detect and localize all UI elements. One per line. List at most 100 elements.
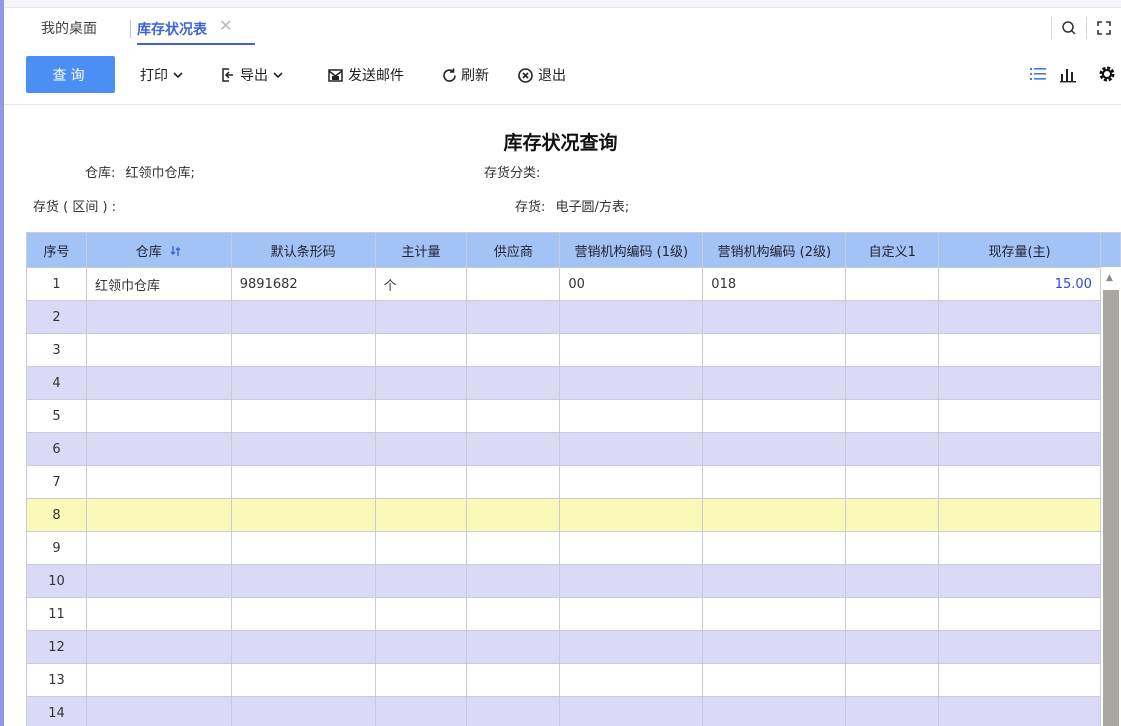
cell-custom-1[interactable] (845, 498, 940, 532)
cell-custom-1[interactable] (845, 432, 940, 466)
cell-org-code-1[interactable] (559, 432, 704, 466)
print-button[interactable]: 打印 (140, 65, 185, 85)
cell-custom-1[interactable] (845, 465, 940, 499)
cell-org-code-2[interactable] (702, 300, 847, 334)
cell-supplier[interactable] (466, 663, 561, 697)
cell-main-unit[interactable] (374, 399, 468, 433)
cell-custom-1[interactable] (845, 531, 940, 565)
table-row[interactable]: 4 (26, 366, 1121, 400)
cell-main-unit[interactable] (374, 498, 468, 532)
cell-main-unit[interactable]: 个 (374, 267, 468, 301)
cell-supplier[interactable] (466, 597, 561, 631)
cell-custom-1[interactable] (845, 333, 940, 367)
table-row[interactable]: 7 (26, 465, 1121, 499)
cell-index[interactable]: 4 (26, 366, 87, 400)
query-button[interactable]: 查询 (26, 56, 115, 93)
cell-org-code-2[interactable] (702, 366, 847, 400)
cell-main-unit[interactable] (374, 564, 468, 598)
cell-org-code-1[interactable] (559, 630, 704, 664)
cell-warehouse[interactable] (85, 366, 232, 400)
cell-supplier[interactable] (466, 333, 561, 367)
cell-warehouse[interactable] (85, 432, 232, 466)
cell-org-code-2[interactable]: 018 (702, 267, 847, 301)
cell-warehouse[interactable] (85, 696, 232, 726)
cell-index[interactable]: 5 (26, 399, 87, 433)
cell-main-unit[interactable] (374, 333, 468, 367)
send-mail-button[interactable]: 发送邮件 (327, 65, 404, 85)
cell-barcode[interactable] (230, 399, 376, 433)
cell-org-code-1[interactable] (559, 597, 704, 631)
cell-index[interactable]: 3 (26, 333, 87, 367)
cell-stock-qty[interactable] (938, 531, 1101, 565)
cell-stock-qty[interactable] (938, 597, 1101, 631)
cell-warehouse[interactable] (85, 333, 232, 367)
close-icon[interactable]: ✕ (219, 17, 232, 35)
cell-supplier[interactable] (466, 399, 561, 433)
cell-barcode[interactable] (230, 465, 376, 499)
table-row[interactable]: 10 (26, 564, 1121, 598)
cell-warehouse[interactable] (85, 564, 232, 598)
column-header-org-code-1[interactable]: 营销机构编码 (1级) (559, 232, 704, 268)
table-row[interactable]: 6 (26, 432, 1121, 466)
cell-stock-qty[interactable] (938, 366, 1101, 400)
cell-org-code-2[interactable] (702, 663, 847, 697)
search-icon[interactable] (1052, 16, 1086, 40)
cell-warehouse[interactable] (85, 300, 232, 334)
cell-custom-1[interactable] (845, 696, 940, 726)
table-row[interactable]: 14 (26, 696, 1121, 726)
table-row[interactable]: 3 (26, 333, 1121, 367)
cell-barcode[interactable] (230, 333, 376, 367)
cell-org-code-1[interactable] (559, 333, 704, 367)
cell-barcode[interactable] (230, 597, 376, 631)
table-row[interactable]: 2 (26, 300, 1121, 334)
fullscreen-icon[interactable] (1087, 16, 1121, 40)
cell-org-code-2[interactable] (702, 597, 847, 631)
table-row[interactable]: 11 (26, 597, 1121, 631)
cell-org-code-2[interactable] (702, 465, 847, 499)
cell-main-unit[interactable] (374, 696, 468, 726)
cell-warehouse[interactable] (85, 465, 232, 499)
chart-view-icon[interactable] (1059, 65, 1077, 87)
cell-index[interactable]: 13 (26, 663, 87, 697)
cell-main-unit[interactable] (374, 531, 468, 565)
cell-stock-qty[interactable]: 15.00 (938, 267, 1101, 301)
table-row[interactable]: 1 红领巾仓库 9891682 个 00 018 15.00 (26, 267, 1121, 301)
cell-warehouse[interactable] (85, 663, 232, 697)
cell-custom-1[interactable] (845, 267, 940, 301)
cell-warehouse[interactable] (85, 498, 232, 532)
cell-supplier[interactable] (466, 630, 561, 664)
column-header-warehouse[interactable]: 仓库 (85, 232, 232, 268)
cell-barcode[interactable]: 9891682 (230, 267, 376, 301)
cell-org-code-1[interactable] (559, 465, 704, 499)
list-view-icon[interactable] (1029, 65, 1047, 87)
cell-org-code-1[interactable]: 00 (559, 267, 704, 301)
cell-stock-qty[interactable] (938, 498, 1101, 532)
table-row[interactable]: 9 (26, 531, 1121, 565)
cell-index[interactable]: 6 (26, 432, 87, 466)
cell-custom-1[interactable] (845, 564, 940, 598)
cell-stock-qty[interactable] (938, 465, 1101, 499)
cell-org-code-1[interactable] (559, 498, 704, 532)
cell-custom-1[interactable] (845, 663, 940, 697)
cell-custom-1[interactable] (845, 300, 940, 334)
cell-org-code-2[interactable] (702, 333, 847, 367)
scrollbar-thumb[interactable] (1103, 290, 1119, 726)
table-row[interactable]: 5 (26, 399, 1121, 433)
cell-org-code-1[interactable] (559, 663, 704, 697)
cell-custom-1[interactable] (845, 366, 940, 400)
cell-index[interactable]: 1 (26, 267, 87, 301)
column-header-org-code-2[interactable]: 营销机构编码 (2级) (702, 232, 847, 268)
cell-org-code-2[interactable] (702, 399, 847, 433)
cell-stock-qty[interactable] (938, 663, 1101, 697)
cell-index[interactable]: 14 (26, 696, 87, 726)
cell-barcode[interactable] (230, 630, 376, 664)
export-button[interactable]: 导出 (220, 65, 285, 85)
cell-supplier[interactable] (466, 531, 561, 565)
cell-stock-qty[interactable] (938, 300, 1101, 334)
cell-stock-qty[interactable] (938, 333, 1101, 367)
cell-stock-qty[interactable] (938, 564, 1101, 598)
cell-supplier[interactable] (466, 465, 561, 499)
cell-barcode[interactable] (230, 366, 376, 400)
cell-supplier[interactable] (466, 300, 561, 334)
cell-warehouse[interactable] (85, 399, 232, 433)
